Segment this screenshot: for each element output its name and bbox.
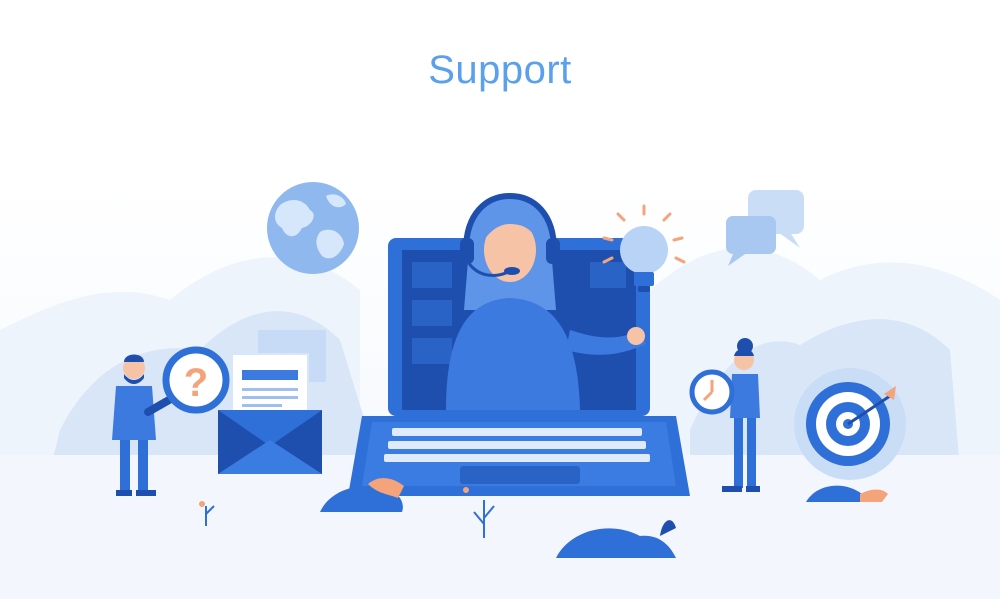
globe-icon — [267, 182, 359, 274]
support-illustration: ? — [0, 180, 1000, 599]
target-icon — [794, 368, 906, 480]
keyboard — [384, 428, 650, 462]
svg-text:?: ? — [184, 361, 208, 405]
question-mark-icon: ? — [162, 346, 230, 414]
clock-icon — [689, 369, 735, 415]
